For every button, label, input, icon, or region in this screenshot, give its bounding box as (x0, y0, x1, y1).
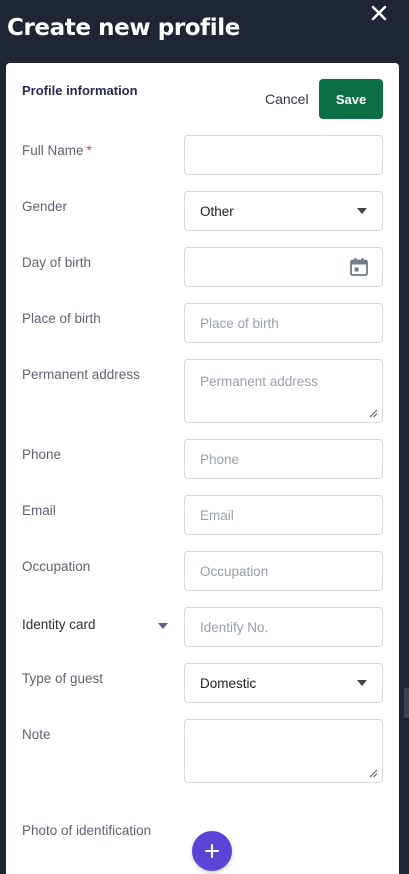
occupation-label: Occupation (22, 559, 91, 574)
add-photo-button[interactable] (192, 831, 232, 871)
calendar-icon[interactable] (349, 257, 369, 277)
note-label: Note (22, 727, 51, 742)
place-of-birth-label: Place of birth (22, 311, 101, 326)
occupation-placeholder: Occupation (200, 563, 269, 579)
gender-label: Gender (22, 199, 68, 214)
day-of-birth-label: Day of birth (22, 255, 92, 270)
cancel-button[interactable]: Cancel (265, 91, 309, 107)
note-textarea[interactable] (184, 719, 383, 783)
email-placeholder: Email (200, 507, 234, 523)
identity-number-placeholder: Identify No. (200, 619, 269, 635)
email-label: Email (22, 503, 56, 518)
section-title: Profile information (22, 83, 138, 98)
chevron-down-icon (357, 680, 367, 686)
photo-label: Photo of identification (22, 823, 152, 838)
profile-form-panel: Profile information Cancel Save Full Nam… (6, 63, 399, 874)
permanent-address-label: Permanent address (22, 367, 140, 382)
close-icon (371, 5, 387, 21)
phone-placeholder: Phone (200, 451, 240, 467)
resize-handle-icon[interactable] (369, 409, 378, 418)
type-of-guest-select[interactable]: Domestic (184, 663, 383, 703)
email-input[interactable]: Email (184, 495, 383, 535)
save-button[interactable]: Save (319, 79, 383, 119)
required-mark: * (86, 143, 92, 158)
gender-value: Other (200, 203, 234, 219)
gender-select[interactable]: Other (184, 191, 383, 231)
plus-icon (205, 844, 219, 858)
permanent-address-textarea[interactable]: Permanent address (184, 359, 383, 423)
identity-type-select[interactable]: Identity card (22, 617, 168, 637)
chevron-down-icon (357, 208, 367, 214)
occupation-input[interactable]: Occupation (184, 551, 383, 591)
identity-number-input[interactable]: Identify No. (184, 607, 383, 647)
side-drawer-tab[interactable] (404, 688, 409, 718)
type-of-guest-value: Domestic (200, 675, 257, 691)
type-of-guest-label: Type of guest (22, 671, 104, 686)
resize-handle-icon[interactable] (369, 769, 378, 778)
full-name-label: Full Name * (22, 143, 92, 158)
place-of-birth-input[interactable]: Place of birth (184, 303, 383, 343)
close-button[interactable] (369, 3, 389, 23)
identity-type-value: Identity card (22, 617, 96, 632)
place-of-birth-placeholder: Place of birth (200, 315, 279, 331)
full-name-input[interactable] (184, 135, 383, 175)
page-title: Create new profile (7, 15, 240, 41)
phone-label: Phone (22, 447, 62, 462)
chevron-down-icon (158, 623, 168, 629)
permanent-address-placeholder: Permanent address (200, 374, 318, 389)
phone-input[interactable]: Phone (184, 439, 383, 479)
day-of-birth-input[interactable] (184, 247, 383, 287)
full-name-label-text: Full Name (22, 143, 84, 158)
